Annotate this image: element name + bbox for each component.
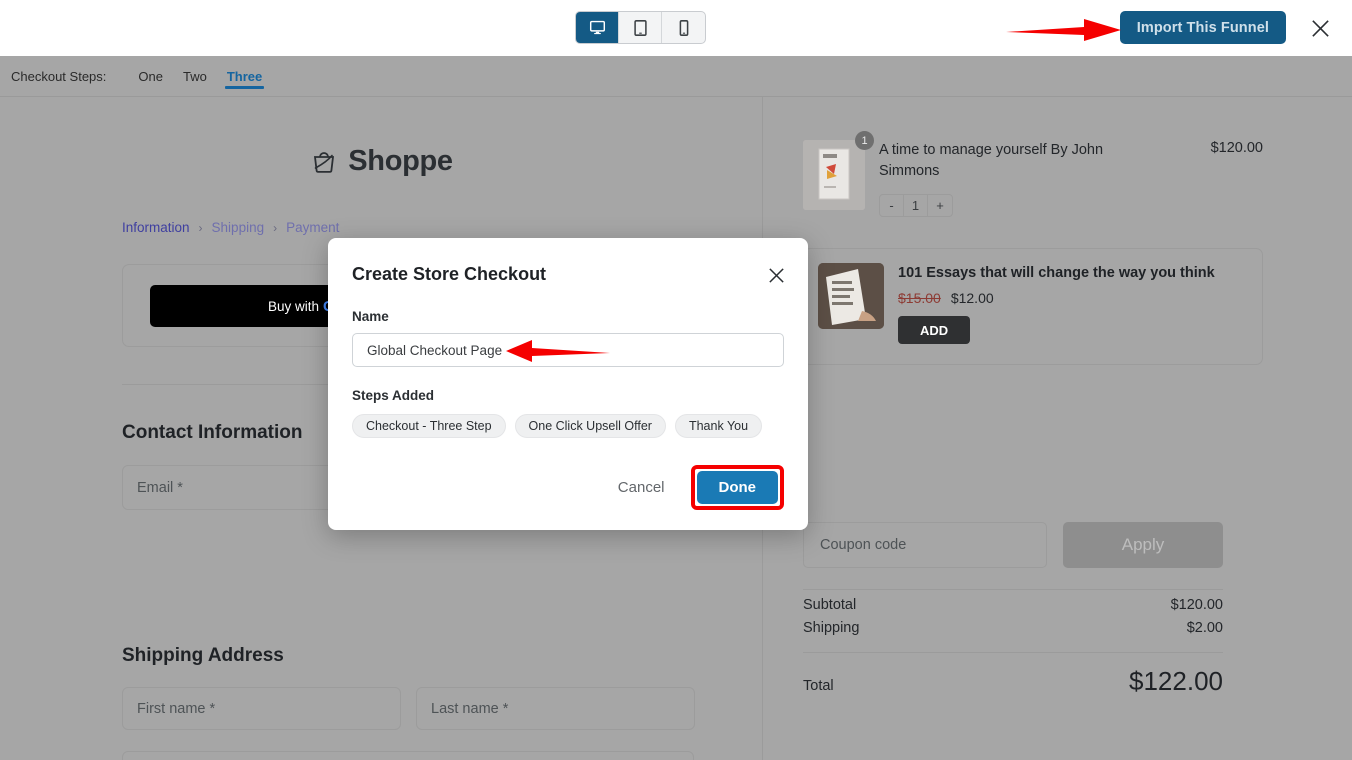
upsell-offer-card: 101 Essays that will change the way you …	[803, 248, 1263, 365]
last-name-placeholder: Last name *	[431, 700, 509, 717]
cancel-button[interactable]: Cancel	[618, 479, 665, 496]
total-value: $122.00	[1129, 666, 1223, 696]
apply-coupon-button[interactable]: Apply	[1063, 522, 1223, 568]
quantity-decrement-button[interactable]: -	[880, 195, 904, 216]
shipping-address-heading: Shipping Address	[122, 645, 284, 666]
book-cover-image	[803, 140, 865, 210]
checkout-step-two[interactable]: Two	[173, 69, 217, 96]
device-tablet-button[interactable]	[619, 12, 662, 43]
mobile-icon	[679, 19, 688, 36]
cart-item-thumbnail-wrap: 1	[803, 131, 874, 210]
device-preview-switch[interactable]	[575, 11, 706, 44]
checkout-name-value: Global Checkout Page	[367, 342, 503, 358]
subtotal-row: Subtotal $120.00	[803, 590, 1223, 620]
checkout-name-input[interactable]: Global Checkout Page	[352, 333, 784, 367]
shopping-bag-icon	[314, 151, 335, 173]
coupon-code-input[interactable]: Coupon code	[803, 522, 1047, 568]
done-button[interactable]: Done	[696, 471, 778, 504]
upsell-thumbnail	[818, 263, 884, 329]
subtotal-value: $120.00	[1170, 597, 1223, 613]
cart-item-price: $120.00	[1210, 140, 1263, 156]
cart-item-title: A time to manage yourself By John Simmon…	[879, 142, 1104, 179]
shipping-row: Shipping $2.00	[803, 620, 1223, 643]
checkout-step-three[interactable]: Three	[217, 69, 272, 96]
app-stage: Import This Funnel Checkout Steps: One T…	[0, 0, 1352, 760]
steps-added-label: Steps Added	[352, 388, 435, 403]
quantity-value[interactable]: 1	[904, 195, 928, 216]
last-name-field[interactable]: Last name *	[416, 687, 695, 730]
coupon-row: Coupon code Apply	[803, 522, 1223, 568]
device-mobile-button[interactable]	[662, 12, 705, 43]
quantity-increment-button[interactable]: +	[928, 195, 952, 216]
top-toolbar: Import This Funnel	[0, 0, 1352, 56]
gpay-prefix-label: Buy with	[268, 298, 320, 314]
name-field-label: Name	[352, 309, 389, 324]
coupon-placeholder: Coupon code	[820, 537, 907, 553]
checkout-step-one[interactable]: One	[128, 69, 173, 96]
breadcrumb-information[interactable]: Information	[122, 220, 190, 235]
essays-book-image	[818, 263, 884, 329]
device-desktop-button[interactable]	[576, 12, 619, 43]
breadcrumb-separator-icon: ›	[273, 220, 278, 235]
email-placeholder: Email *	[137, 479, 183, 496]
subtotal-label: Subtotal	[803, 597, 857, 613]
close-icon	[1311, 19, 1329, 37]
upsell-add-button[interactable]: ADD	[898, 316, 971, 344]
desktop-icon	[589, 20, 605, 35]
import-this-funnel-button[interactable]: Import This Funnel	[1119, 11, 1286, 44]
order-totals: Subtotal $120.00 Shipping $2.00 Total $1…	[803, 589, 1223, 697]
step-chip-one-click-upsell-offer[interactable]: One Click Upsell Offer	[514, 414, 666, 438]
breadcrumb-payment[interactable]: Payment	[286, 220, 339, 235]
cart-item-thumbnail	[803, 140, 865, 210]
store-brand-name: Shoppe	[348, 145, 453, 177]
breadcrumb-separator-icon: ›	[198, 220, 203, 235]
grand-total-row: Total $122.00	[803, 653, 1223, 697]
checkout-breadcrumb: Information › Shipping › Payment	[122, 220, 762, 235]
checkout-steps-label: Checkout Steps:	[11, 68, 107, 84]
upsell-price-row: $15.00 $12.00	[898, 290, 1248, 306]
modal-close-button[interactable]	[764, 263, 788, 287]
contact-information-heading: Contact Information	[122, 422, 303, 443]
done-button-highlight: Done	[690, 465, 785, 510]
tablet-icon	[633, 19, 647, 36]
shipping-label: Shipping	[803, 620, 860, 636]
close-icon	[768, 267, 784, 283]
step-chip-checkout-three-step[interactable]: Checkout - Three Step	[352, 414, 506, 438]
modal-title: Create Store Checkout	[352, 264, 547, 284]
store-brand: Shoppe	[0, 145, 762, 178]
breadcrumb-shipping[interactable]: Shipping	[212, 220, 265, 235]
checkout-steps-bar: Checkout Steps: One Two Three	[0, 56, 1352, 97]
cart-item-quantity-stepper[interactable]: - 1 +	[879, 194, 953, 217]
upsell-original-price: $15.00	[898, 290, 941, 306]
cart-item-quantity-badge: 1	[855, 131, 874, 150]
upsell-title: 101 Essays that will change the way you …	[898, 265, 1215, 281]
modal-action-row: Cancel Done	[618, 465, 784, 510]
steps-added-chips: Checkout - Three Step One Click Upsell O…	[352, 414, 784, 438]
create-store-checkout-modal: Create Store Checkout Name Global Checko…	[328, 238, 808, 530]
street-address-field[interactable]: Street address *	[122, 751, 694, 760]
shipping-value: $2.00	[1186, 620, 1223, 636]
first-name-field[interactable]: First name *	[122, 687, 401, 730]
upsell-sale-price: $12.00	[950, 290, 994, 306]
first-name-placeholder: First name *	[137, 700, 216, 717]
total-label: Total	[803, 678, 834, 694]
close-preview-button[interactable]	[1306, 14, 1334, 42]
cart-line-item: 1 A time to manage yourself By John Simm…	[803, 131, 1263, 217]
step-chip-thank-you[interactable]: Thank You	[674, 414, 763, 438]
